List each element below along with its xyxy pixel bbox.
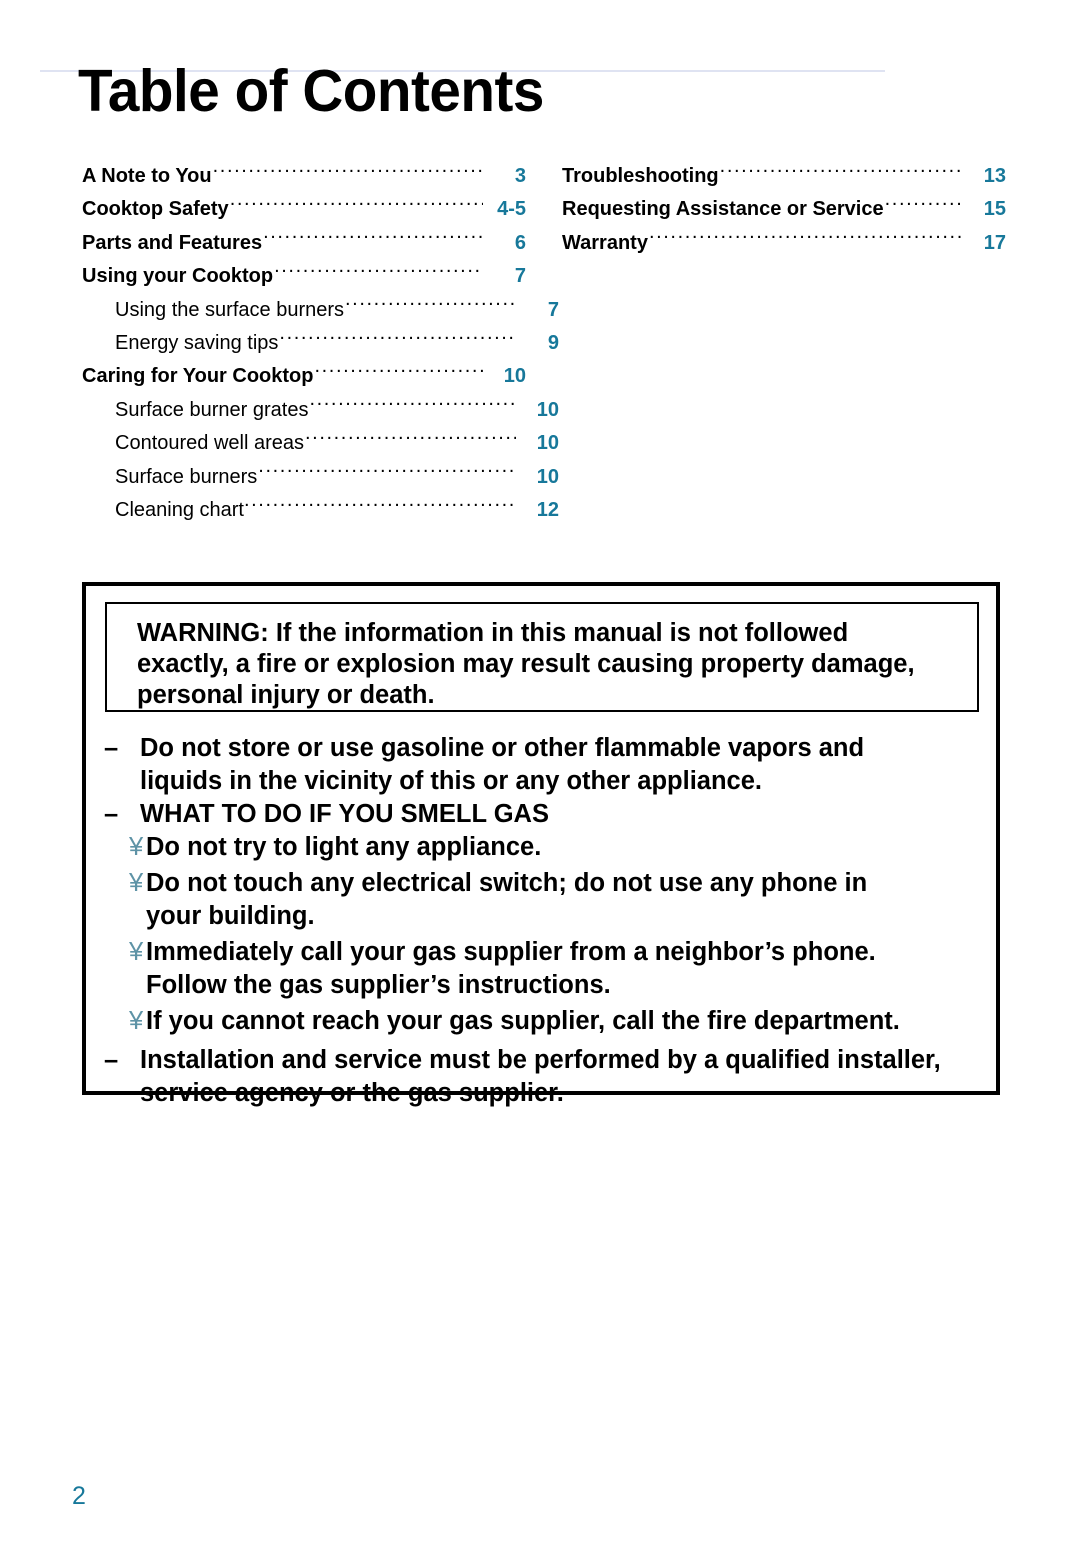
toc-entry-label: Parts and Features	[82, 231, 263, 254]
warning-headline-line-2: exactly, a fire or explosion may result …	[137, 650, 915, 678]
warning-item-list: – Do not store or use gasoline or other f…	[100, 732, 990, 1110]
toc-dot-leader	[345, 296, 516, 316]
toc-entry-label: Warranty	[562, 231, 648, 254]
toc-entry-label: Using the surface burners	[115, 298, 345, 321]
toc-entry[interactable]: Surface burners 10	[82, 461, 559, 494]
toc-entry[interactable]: Energy saving tips 9	[82, 327, 559, 360]
warning-box: WARNING: If the information in this manu…	[82, 582, 1000, 1107]
page-title: Table of Contents	[78, 58, 544, 124]
yen-bullet-icon: ¥	[129, 869, 144, 897]
warning-item-line: your building.	[146, 902, 315, 930]
toc-entry-page-number: 12	[536, 499, 559, 522]
dash-bullet-icon: –	[104, 734, 119, 762]
toc-entry-page-number: 7	[547, 298, 559, 321]
toc-entry[interactable]: Cleaning chart 12	[82, 494, 559, 527]
toc-dot-leader	[314, 362, 483, 382]
warning-dash-item: – Installation and service must be perfor…	[100, 1044, 990, 1110]
toc-entry-label: Surface burner grates	[115, 398, 309, 421]
warning-item-line: Do not store or use gasoline or other fl…	[140, 734, 865, 762]
toc-entry-page-number: 7	[514, 265, 526, 288]
toc-dot-leader	[649, 229, 963, 249]
toc-entry-label: Troubleshooting	[562, 165, 719, 187]
toc-entry-label: Cooktop Safety	[82, 198, 229, 221]
toc-entry-page-number: 10	[536, 432, 559, 455]
yen-bullet-icon: ¥	[129, 1007, 144, 1035]
toc-entry-page-number: 9	[547, 332, 559, 355]
warning-item-line: Do not touch any electrical switch; do n…	[146, 869, 868, 897]
toc-dot-leader	[885, 195, 963, 215]
toc-entry[interactable]: Troubleshooting 13	[562, 160, 1006, 193]
yen-bullet-icon: ¥	[129, 938, 144, 966]
toc-entry-label: Energy saving tips	[115, 332, 279, 355]
toc-dot-leader	[230, 195, 483, 215]
warning-headline-box: WARNING: If the information in this manu…	[105, 602, 979, 712]
warning-item-line: Do not try to light any appliance.	[146, 833, 542, 861]
page-number: 2	[72, 1482, 86, 1510]
warning-bullet-item: ¥ Do not touch any electrical switch; do …	[100, 867, 990, 933]
warning-dash-item: – WHAT TO DO IF YOU SMELL GAS	[100, 798, 990, 831]
toc-column-left: A Note to You 3 Cooktop Safety 4-5 Parts and…	[82, 160, 559, 527]
toc-entry-label: Contoured well areas	[115, 432, 304, 455]
toc-entry[interactable]: Cooktop Safety 4-5	[82, 193, 526, 226]
warning-item-line: liquids in the vicinity of this or any o…	[140, 767, 763, 795]
toc-entry-page-number: 10	[503, 365, 526, 388]
warning-item-line: Installation and service must be perform…	[140, 1046, 941, 1074]
toc-entry-label: Requesting Assistance or Service	[562, 198, 884, 221]
warning-bullet-item: ¥ Do not try to light any appliance.	[100, 831, 990, 864]
warning-dash-item: – Do not store or use gasoline or other f…	[100, 732, 990, 798]
warning-bullet-item: ¥ If you cannot reach your gas supplier, …	[100, 1005, 990, 1038]
toc-entry-label: A Note to You	[82, 165, 212, 187]
warning-bullet-item: ¥ Immediately call your gas supplier from…	[100, 936, 990, 1002]
toc-dot-leader	[258, 463, 516, 483]
toc-entry-page-number: 15	[983, 198, 1006, 221]
toc-entry-page-number: 10	[536, 398, 559, 421]
warning-item-line: service agency or the gas supplier.	[140, 1079, 564, 1107]
toc-entry-page-number: 17	[983, 231, 1006, 254]
toc-entry-label: Caring for Your Cooktop	[82, 365, 314, 388]
toc-dot-leader	[305, 429, 516, 449]
toc-dot-leader	[263, 229, 483, 249]
toc-entry[interactable]: Parts and Features 6	[82, 227, 526, 260]
toc-dot-leader	[720, 162, 963, 182]
toc-entry[interactable]: A Note to You 3	[82, 160, 526, 193]
toc-entry[interactable]: Warranty 17	[562, 227, 1006, 260]
toc-dot-leader	[279, 329, 516, 349]
toc-entry-label: Cleaning chart	[115, 499, 244, 522]
toc-entry-page-number: 4-5	[497, 198, 526, 221]
toc-dot-leader	[213, 162, 483, 182]
toc-entry-page-number: 10	[536, 465, 559, 488]
warning-item-line: WHAT TO DO IF YOU SMELL GAS	[140, 800, 549, 828]
warning-item-line: Follow the gas supplier’s instructions.	[146, 971, 611, 999]
warning-item-line: Immediately call your gas supplier from …	[146, 938, 876, 966]
toc-entry-page-number: 6	[514, 231, 526, 254]
toc-dot-leader	[309, 396, 516, 416]
warning-headline-line-3: personal injury or death.	[137, 681, 435, 709]
toc-column-right: Troubleshooting 13 Requesting Assistance o…	[562, 160, 1006, 260]
toc-entry-label: Using your Cooktop	[82, 265, 274, 288]
toc-entry[interactable]: Using your Cooktop 7	[82, 260, 526, 293]
toc-entry[interactable]: Using the surface burners 7	[82, 294, 559, 327]
toc-dot-leader	[274, 262, 483, 282]
toc-dot-leader	[244, 496, 516, 516]
toc-entry-label: Surface burners	[115, 465, 258, 488]
toc-entry-page-number: 13	[983, 165, 1006, 187]
toc-entry[interactable]: Contoured well areas 10	[82, 427, 559, 460]
dash-bullet-icon: –	[104, 1046, 119, 1074]
dash-bullet-icon: –	[104, 800, 119, 828]
warning-item-line: If you cannot reach your gas supplier, c…	[146, 1007, 900, 1035]
warning-headline: WARNING: If the information in this manu…	[137, 618, 965, 711]
yen-bullet-icon: ¥	[129, 833, 144, 861]
warning-headline-line-1: WARNING: If the information in this manu…	[137, 619, 849, 647]
toc-entry-page-number: 3	[514, 165, 526, 187]
toc-entry[interactable]: Caring for Your Cooktop 10	[82, 360, 526, 393]
toc-entry[interactable]: Surface burner grates 10	[82, 394, 559, 427]
toc-entry[interactable]: Requesting Assistance or Service 15	[562, 193, 1006, 226]
